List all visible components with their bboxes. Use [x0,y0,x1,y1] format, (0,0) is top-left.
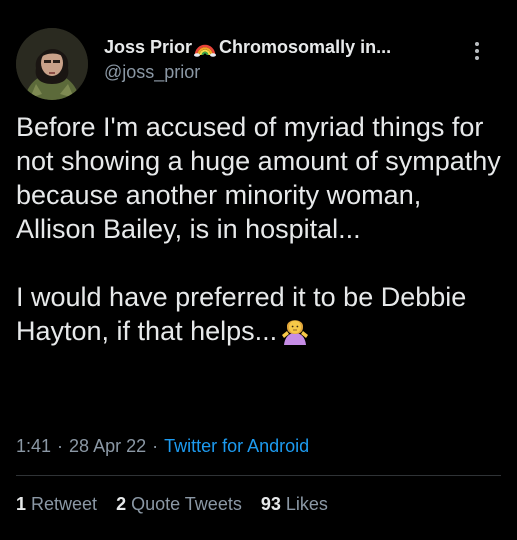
tweet-meta: 1:41 · 28 Apr 22 · Twitter for Android [16,434,309,458]
tweet-card: Joss Prior Chromosomally in... @joss_pri… [0,0,517,540]
retweets-count: 1 [16,494,27,514]
likes-count: 93 [260,494,281,514]
more-options-icon[interactable] [467,38,487,64]
tweet-stats: 1 Retweet 2 Quote Tweets 93 Likes [16,492,342,516]
dot [475,42,479,46]
tweet-source-link[interactable]: Twitter for Android [164,436,309,456]
divider [16,475,501,476]
person-shrugging-icon [282,320,309,345]
display-name-suffix[interactable]: Chromosomally in... [219,36,391,58]
display-name[interactable]: Joss Prior [104,36,192,58]
tweet-paragraph-1: Before I'm accused of myriad things for … [16,112,509,244]
tweet-paragraph-2: I would have preferred it to be Debbie H… [16,280,506,348]
quote-tweets-count: 2 [116,494,127,514]
tweet-date[interactable]: 28 Apr 22 [69,436,146,456]
retweets-label: Retweet [31,494,98,514]
quote-tweets-label: Quote Tweets [131,494,242,514]
meta-separator: · [57,436,64,456]
tweet-paragraph-2-text: I would have preferred it to be Debbie H… [16,282,474,346]
likes-label: Likes [285,494,328,514]
likes-stat[interactable]: 93 Likes [261,492,328,516]
dot [475,56,479,60]
avatar[interactable] [16,28,88,100]
avatar-image [16,28,88,100]
tweet-text: Before I'm accused of myriad things for … [16,110,506,348]
user-handle[interactable]: @joss_prior [104,61,464,83]
retweets-stat[interactable]: 1 Retweet [16,492,97,516]
tweet-time[interactable]: 1:41 [16,436,51,456]
display-name-row[interactable]: Joss Prior Chromosomally in... [104,36,464,58]
author-names: Joss Prior Chromosomally in... @joss_pri… [104,36,464,83]
quote-tweets-stat[interactable]: 2 Quote Tweets [116,492,242,516]
meta-separator: · [152,436,159,456]
rainbow-icon [194,44,217,57]
tweet-header: Joss Prior Chromosomally in... @joss_pri… [16,28,501,100]
dot [475,49,479,53]
